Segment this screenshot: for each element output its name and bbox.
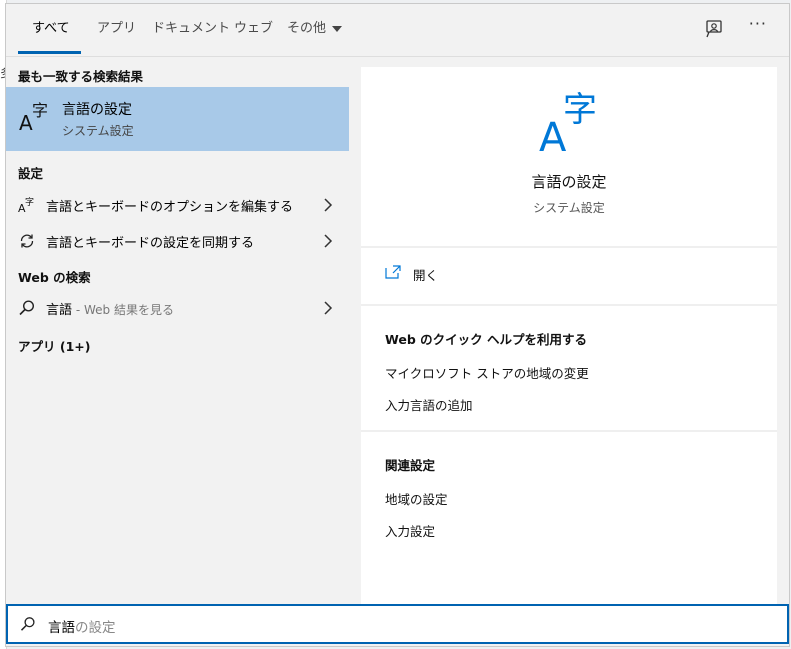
divider <box>361 430 777 432</box>
chevron-right-icon <box>324 234 333 248</box>
tab-more[interactable]: その他 <box>287 4 343 55</box>
web-help-heading: Web のクイック ヘルプを利用する <box>385 332 587 347</box>
search-icon <box>19 300 35 316</box>
best-match-item[interactable]: A 字 言語の設定 システム設定 <box>6 87 349 151</box>
search-query: 言語 <box>48 620 75 636</box>
preview-pane: A 字 言語の設定 システム設定 開く Web のクイック ヘルプを利用する マ… <box>361 67 777 604</box>
svg-text:字: 字 <box>32 101 48 120</box>
settings-item-label: 言語とキーボードのオプションを編集する <box>46 200 294 215</box>
divider <box>361 304 777 306</box>
language-icon: A 字 <box>18 196 34 214</box>
more-options-button[interactable]: ··· <box>749 14 767 33</box>
tab-documents[interactable]: ドキュメント <box>152 4 230 55</box>
best-match-heading: 最も一致する検索結果 <box>18 69 144 84</box>
apps-heading[interactable]: アプリ (1+) <box>18 336 90 355</box>
tab-more-label: その他 <box>287 21 327 36</box>
best-match-subtitle: システム設定 <box>62 124 134 138</box>
settings-item-label: 言語とキーボードの設定を同期する <box>46 236 255 251</box>
filter-tabs: すべて アプリ ドキュメント ウェブ その他 ··· <box>6 4 789 57</box>
search-autocomplete: の設定 <box>75 620 116 636</box>
divider <box>361 246 777 248</box>
settings-item-edit-language-keyboard[interactable]: A 字 言語とキーボードのオプションを編集する <box>6 187 349 223</box>
results-list: 最も一致する検索結果 A 字 言語の設定 システム設定 設定 A 字 言語とキー… <box>6 56 349 604</box>
tab-apps[interactable]: アプリ <box>97 4 136 55</box>
web-help-link-add-input-language[interactable]: 入力言語の追加 <box>385 395 473 414</box>
web-search-query: 言語 <box>46 303 73 318</box>
open-icon <box>385 265 401 279</box>
svg-text:字: 字 <box>25 196 34 208</box>
sync-icon <box>20 234 34 248</box>
best-match-title: 言語の設定 <box>62 102 132 118</box>
language-icon: A 字 <box>539 90 597 155</box>
chevron-down-icon <box>332 25 343 32</box>
web-search-heading: Web の検索 <box>18 270 91 285</box>
svg-text:字: 字 <box>563 90 597 130</box>
preview-subtitle: システム設定 <box>533 201 605 215</box>
tab-web[interactable]: ウェブ <box>234 4 273 55</box>
chevron-right-icon <box>324 198 333 212</box>
web-search-suffix: - Web 結果を見る <box>72 303 174 317</box>
preview-title: 言語の設定 <box>531 173 607 191</box>
settings-heading: 設定 <box>18 166 44 181</box>
settings-item-sync-language-keyboard[interactable]: 言語とキーボードの設定を同期する <box>6 223 349 259</box>
related-link-input[interactable]: 入力設定 <box>385 521 435 540</box>
chevron-right-icon <box>324 301 333 315</box>
tab-all[interactable]: すべて <box>32 4 70 55</box>
search-icon <box>20 617 35 631</box>
language-icon: A 字 <box>19 101 48 135</box>
related-link-region[interactable]: 地域の設定 <box>385 489 448 508</box>
svg-text:A: A <box>19 111 33 135</box>
web-search-label: 言語 - Web 結果を見る <box>46 299 174 318</box>
active-tab-indicator <box>18 51 81 54</box>
web-help-link-store-region[interactable]: マイクロソフト ストアの地域の変更 <box>385 363 589 382</box>
web-search-item[interactable]: 言語 - Web 結果を見る <box>6 290 349 326</box>
open-label: 開く <box>413 268 439 283</box>
feedback-icon[interactable] <box>705 19 725 39</box>
related-settings-heading: 関連設定 <box>385 458 436 473</box>
search-panel: すべて アプリ ドキュメント ウェブ その他 ··· 最も一致する検索結果 A … <box>5 3 790 647</box>
search-input[interactable]: 言語の設定 <box>6 604 789 644</box>
search-text: 言語の設定 <box>48 616 116 636</box>
